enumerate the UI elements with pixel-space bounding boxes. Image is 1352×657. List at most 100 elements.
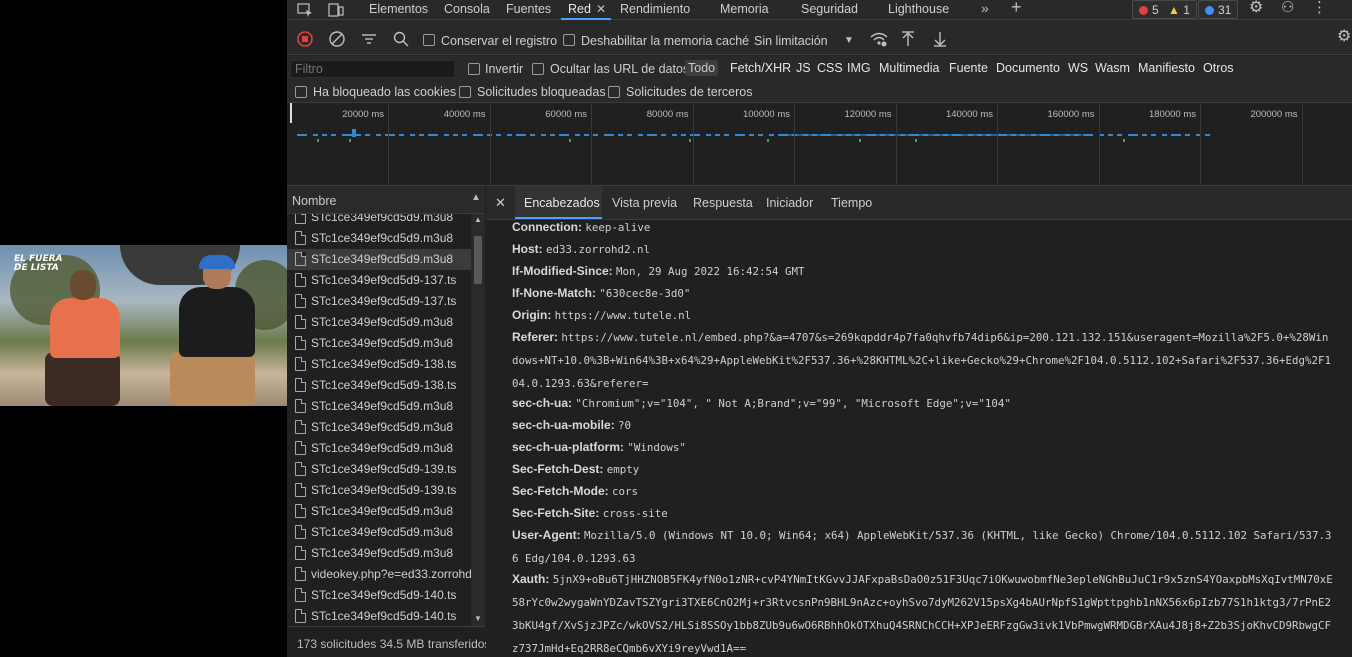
disable-cache-checkbox[interactable] [563, 34, 575, 46]
search-icon[interactable] [393, 31, 409, 49]
request-row[interactable]: STc1ce349ef9cd5d9-137.ts [287, 270, 471, 291]
request-row[interactable]: STc1ce349ef9cd5d9-139.ts [287, 459, 471, 480]
tab-response[interactable]: Respuesta [693, 196, 753, 210]
request-row[interactable]: STc1ce349ef9cd5d9.m3u8 [287, 312, 471, 333]
type-filter-font[interactable]: Fuente [946, 60, 991, 76]
scroll-up-icon[interactable]: ▲ [474, 215, 482, 224]
tab-initiator[interactable]: Iniciador [766, 196, 813, 210]
request-list-scrollbar[interactable]: ▲ ▼ [471, 214, 485, 626]
more-tabs-icon[interactable]: » [981, 1, 989, 15]
blocked-requests-checkbox[interactable] [459, 86, 471, 98]
timeline-gridline [1200, 103, 1201, 186]
request-row[interactable]: STc1ce349ef9cd5d9-138.ts [287, 375, 471, 396]
scrollbar-thumb[interactable] [474, 236, 482, 284]
import-har-icon[interactable] [901, 31, 915, 49]
export-har-icon[interactable] [933, 31, 947, 49]
filter-input[interactable] [290, 60, 455, 78]
invert-label[interactable]: Invertir [485, 62, 523, 76]
request-row[interactable]: STc1ce349ef9cd5d9.m3u8 [287, 214, 471, 228]
tab-elements[interactable]: Elementos [369, 2, 428, 16]
tab-network[interactable]: Red [568, 2, 591, 16]
hide-data-urls-checkbox[interactable] [532, 63, 544, 75]
type-filter-doc[interactable]: Documento [993, 60, 1063, 76]
request-row[interactable]: STc1ce349ef9cd5d9.m3u8 [287, 501, 471, 522]
scroll-down-icon[interactable]: ▼ [474, 614, 482, 623]
file-icon [295, 483, 306, 497]
filter-icon[interactable] [361, 31, 377, 49]
overview-request-bar [462, 134, 467, 136]
third-party-label[interactable]: Solicitudes de terceros [626, 85, 752, 99]
request-row[interactable]: STc1ce349ef9cd5d9.m3u8 [287, 438, 471, 459]
third-party-checkbox[interactable] [608, 86, 620, 98]
type-filter-other[interactable]: Otros [1200, 60, 1237, 76]
tab-timing[interactable]: Tiempo [831, 196, 872, 210]
type-filter-js[interactable]: JS [793, 60, 814, 76]
request-row[interactable]: STc1ce349ef9cd5d9.m3u8 [287, 333, 471, 354]
blocked-cookies-checkbox[interactable] [295, 86, 307, 98]
invert-checkbox[interactable] [468, 63, 480, 75]
record-stop-icon[interactable] [297, 31, 313, 49]
more-options-icon[interactable]: ⋮ [1312, 0, 1327, 15]
request-row[interactable]: STc1ce349ef9cd5d9.m3u8 [287, 522, 471, 543]
overview-response-marker [317, 139, 319, 142]
request-row[interactable]: STc1ce349ef9cd5d9-137.ts [287, 291, 471, 312]
request-row[interactable]: STc1ce349ef9cd5d9.m3u8 [287, 417, 471, 438]
clear-icon[interactable] [329, 31, 345, 49]
name-column-header[interactable]: Nombre ▲ [287, 186, 485, 214]
network-overview-timeline[interactable]: 20000 ms 40000 ms 60000 ms 80000 ms 100000 m… [287, 103, 1352, 186]
network-conditions-icon[interactable] [870, 31, 888, 49]
request-row[interactable]: STc1ce349ef9cd5d9-138.ts [287, 354, 471, 375]
request-row[interactable]: STc1ce349ef9cd5d9.m3u8 [287, 249, 471, 270]
disable-cache-label[interactable]: Deshabilitar la memoria caché [581, 34, 749, 48]
type-filter-manifest[interactable]: Manifiesto [1135, 60, 1198, 76]
inspect-element-icon[interactable] [297, 3, 313, 19]
type-filter-css[interactable]: CSS [814, 60, 846, 76]
network-settings-gear-icon[interactable]: ⚙ [1337, 29, 1351, 45]
chevron-down-icon[interactable]: ▼ [844, 34, 854, 48]
request-row[interactable]: STc1ce349ef9cd5d9.m3u8 [287, 396, 471, 417]
type-filter-media[interactable]: Multimedia [876, 60, 942, 76]
device-toolbar-icon[interactable] [328, 3, 344, 19]
close-tab-icon[interactable]: ✕ [596, 2, 606, 16]
preserve-log-label[interactable]: Conservar el registro [441, 34, 557, 48]
tab-memory[interactable]: Memoria [720, 2, 769, 16]
request-row[interactable]: STc1ce349ef9cd5d9-140.ts [287, 606, 471, 626]
overview-request-bar [507, 134, 512, 136]
tab-performance[interactable]: Rendimiento [620, 2, 690, 16]
overview-response-marker [915, 139, 917, 142]
request-row[interactable]: videokey.php?e=ed33.zorrohd2 [287, 564, 471, 585]
tab-preview[interactable]: Vista previa [612, 196, 677, 210]
video-player[interactable]: EL FUERA DE LISTA [0, 245, 287, 406]
tab-lighthouse[interactable]: Lighthouse [888, 2, 949, 16]
tab-console[interactable]: Consola [444, 2, 490, 16]
request-name: videokey.php?e=ed33.zorrohd2 [311, 567, 471, 581]
request-name: STc1ce349ef9cd5d9.m3u8 [311, 504, 454, 518]
type-filter-wasm[interactable]: Wasm [1092, 60, 1133, 76]
header-name: Sec-Fetch-Dest: [512, 462, 604, 476]
blocked-requests-label[interactable]: Solicitudes bloqueadas [477, 85, 606, 99]
messages-badge[interactable]: 31 [1198, 0, 1239, 19]
type-filter-img[interactable]: IMG [844, 60, 874, 76]
tab-sources[interactable]: Fuentes [506, 2, 551, 16]
type-filter-all[interactable]: Todo [685, 60, 719, 76]
request-row[interactable]: STc1ce349ef9cd5d9-140.ts [287, 585, 471, 606]
preserve-log-checkbox[interactable] [423, 34, 435, 46]
issues-badge[interactable]: 5 ▲ 1 [1132, 0, 1197, 19]
request-row[interactable]: STc1ce349ef9cd5d9-139.ts [287, 480, 471, 501]
timeline-gridline [489, 103, 491, 186]
type-filter-ws[interactable]: WS [1065, 60, 1091, 76]
tab-headers[interactable]: Encabezados [524, 196, 600, 210]
close-detail-icon[interactable]: ✕ [495, 195, 506, 211]
customize-icon[interactable]: ⚇ [1281, 0, 1294, 15]
type-filter-fetch-xhr[interactable]: Fetch/XHR [727, 60, 794, 76]
tab-security[interactable]: Seguridad [801, 2, 858, 16]
settings-gear-icon[interactable]: ⚙ [1249, 0, 1263, 16]
blocked-cookies-label[interactable]: Ha bloqueado las cookies [313, 85, 456, 99]
request-row[interactable]: STc1ce349ef9cd5d9.m3u8 [287, 228, 471, 249]
hide-data-urls-label[interactable]: Ocultar las URL de datos [550, 62, 689, 76]
add-tab-icon[interactable]: + [1011, 0, 1022, 16]
overview-request-bar [627, 134, 632, 136]
throttling-select[interactable]: Sin limitación [754, 34, 828, 48]
request-row[interactable]: STc1ce349ef9cd5d9.m3u8 [287, 543, 471, 564]
overview-request-bar [647, 134, 657, 136]
